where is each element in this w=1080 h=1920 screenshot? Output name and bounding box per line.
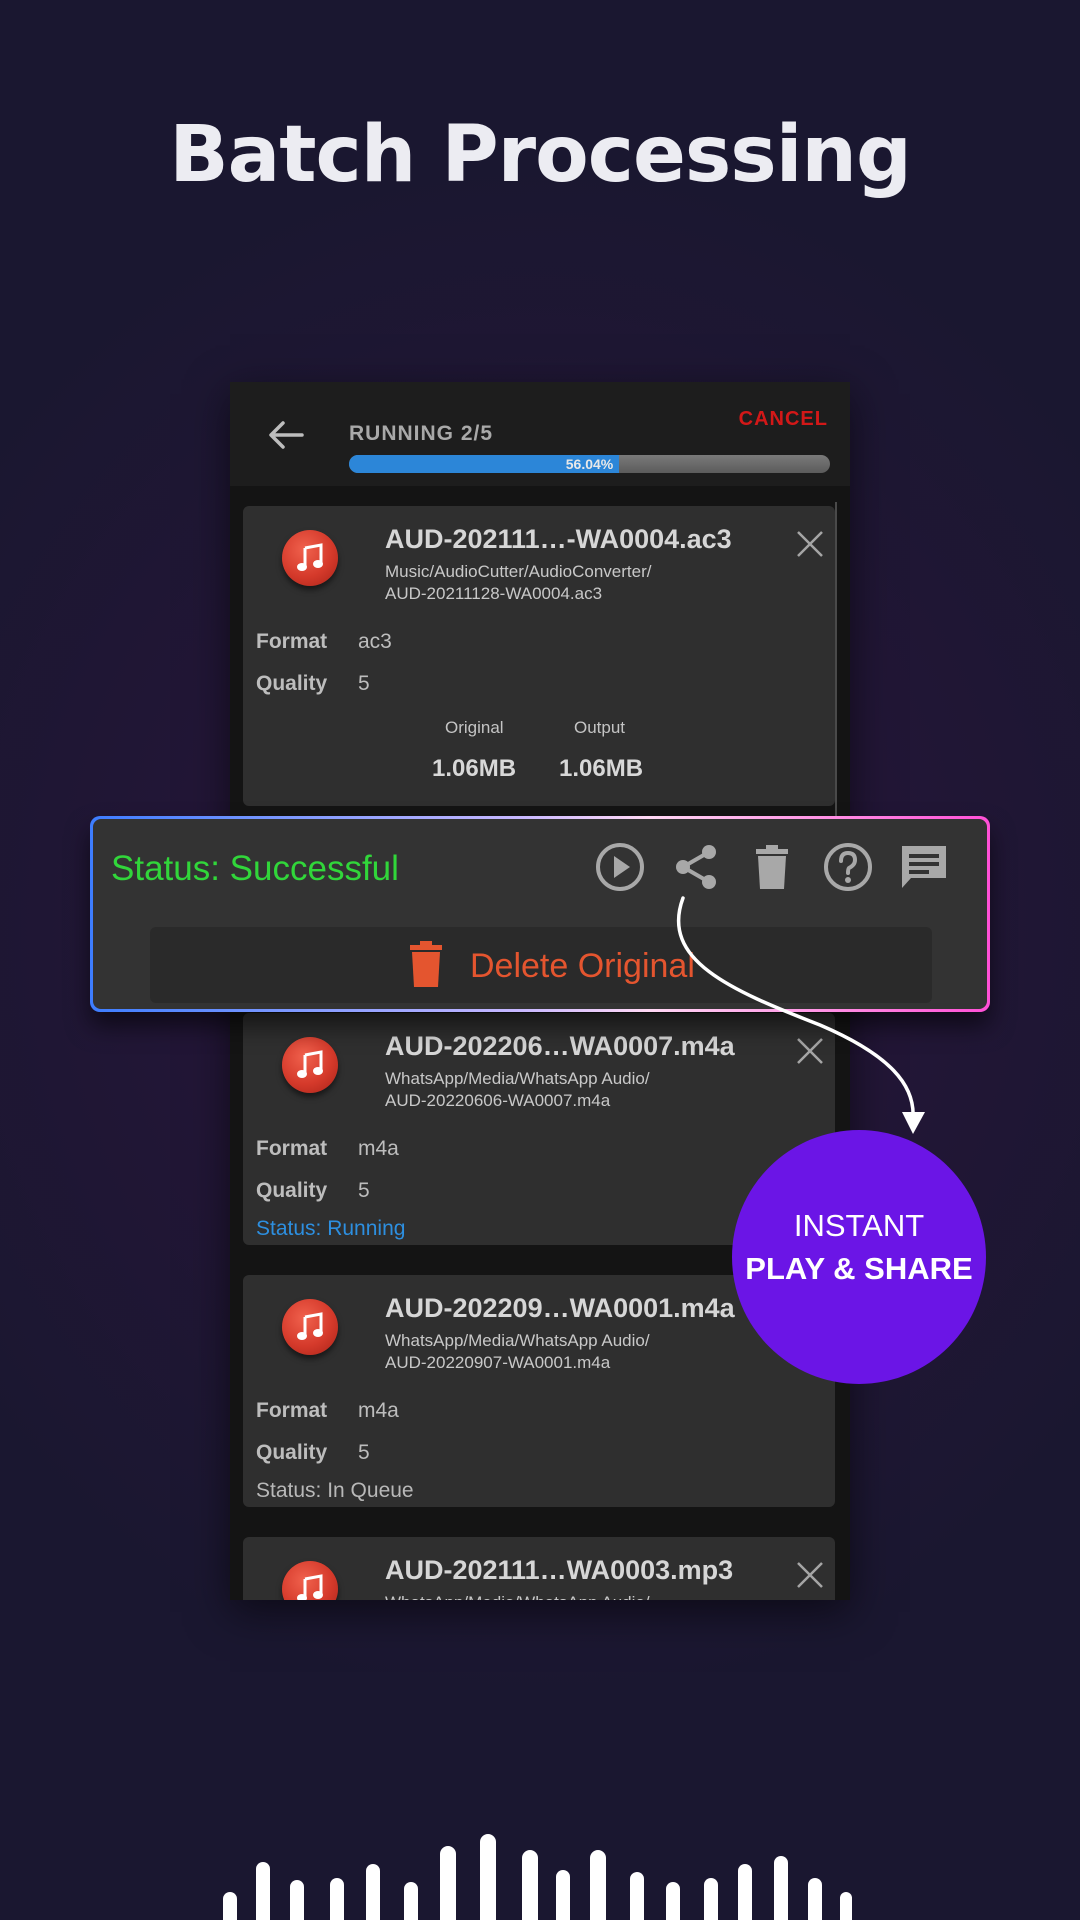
quality-label: Quality <box>256 672 328 695</box>
page-headline: Batch Processing <box>169 110 912 200</box>
file-name: AUD-202111…WA0003.mp3 <box>385 1555 734 1585</box>
file-name: AUD-202111…-WA0004.ac3 <box>385 524 732 554</box>
close-icon[interactable] <box>796 1037 824 1065</box>
quality-label: Quality <box>256 1441 328 1464</box>
comment-icon[interactable] <box>897 840 951 894</box>
status-action-panel: Status: Successful Delete Original <box>90 816 990 1012</box>
original-label: Original <box>445 718 504 737</box>
music-file-icon <box>282 1299 338 1355</box>
help-icon[interactable] <box>821 840 875 894</box>
list-item: AUD-202111…WA0003.mp3 WhatsApp/Media/Wha… <box>243 1537 835 1600</box>
quality-value: 5 <box>358 672 370 695</box>
callout-line1: INSTANT <box>793 1208 925 1243</box>
progress-bar: 56.04% <box>349 455 830 473</box>
close-icon[interactable] <box>796 1561 824 1589</box>
cancel-button[interactable]: CANCEL <box>739 408 828 431</box>
original-size: 1.06MB <box>432 755 517 782</box>
format-label: Format <box>256 1399 328 1422</box>
callout-line2: PLAY & SHARE <box>745 1251 973 1286</box>
file-path-line1: Music/AudioCutter/AudioConverter/ <box>385 562 652 581</box>
file-path-line2: AUD-20220907-WA0001.m4a <box>385 1353 611 1372</box>
delete-original-button[interactable]: Delete Original <box>150 927 932 1003</box>
scrollbar[interactable] <box>835 502 837 822</box>
output-label: Output <box>574 718 626 737</box>
share-icon[interactable] <box>669 840 723 894</box>
status-text: Status: Successful <box>111 849 399 888</box>
format-value: m4a <box>358 1137 399 1160</box>
file-path-line1: WhatsApp/Media/WhatsApp Audio/ <box>385 1069 650 1088</box>
format-value: m4a <box>358 1399 399 1422</box>
quality-label: Quality <box>256 1179 328 1202</box>
list-item: AUD-202111…-WA0004.ac3 Music/AudioCutter… <box>243 506 835 806</box>
trash-icon <box>410 941 442 987</box>
file-path-line2: AUD-20220606-WA0007.m4a <box>385 1091 611 1110</box>
sound-wave-decoration <box>223 1834 852 1920</box>
file-path-line2: AUD-20211128-WA0004.ac3 <box>385 584 603 603</box>
file-name: AUD-202206…WA0007.m4a <box>385 1031 735 1061</box>
progress-percent: 56.04% <box>565 456 614 472</box>
music-file-icon <box>282 530 338 586</box>
format-value: ac3 <box>358 630 392 653</box>
quality-value: 5 <box>358 1179 370 1202</box>
page-title: RUNNING 2/5 <box>349 422 494 445</box>
output-size: 1.06MB <box>559 755 644 782</box>
format-label: Format <box>256 630 328 653</box>
quality-value: 5 <box>358 1441 370 1464</box>
music-file-icon <box>282 1037 338 1093</box>
format-label: Format <box>256 1137 328 1160</box>
close-icon[interactable] <box>796 530 824 558</box>
status-text: Status: In Queue <box>256 1479 414 1502</box>
music-file-icon <box>282 1561 338 1600</box>
app-bar: RUNNING 2/5 CANCEL 56.04% <box>230 382 850 486</box>
delete-original-label: Delete Original <box>470 947 695 985</box>
file-name: AUD-202209…WA0001.m4a <box>385 1293 735 1323</box>
instant-play-share-callout: INSTANT PLAY & SHARE <box>732 1130 986 1384</box>
back-arrow-icon[interactable] <box>268 420 304 450</box>
file-path-line1: WhatsApp/Media/WhatsApp Audio/ <box>385 1592 650 1600</box>
file-path-line1: WhatsApp/Media/WhatsApp Audio/ <box>385 1331 650 1350</box>
trash-icon[interactable] <box>745 840 799 894</box>
play-icon[interactable] <box>593 840 647 894</box>
status-text: Status: Running <box>256 1217 406 1240</box>
